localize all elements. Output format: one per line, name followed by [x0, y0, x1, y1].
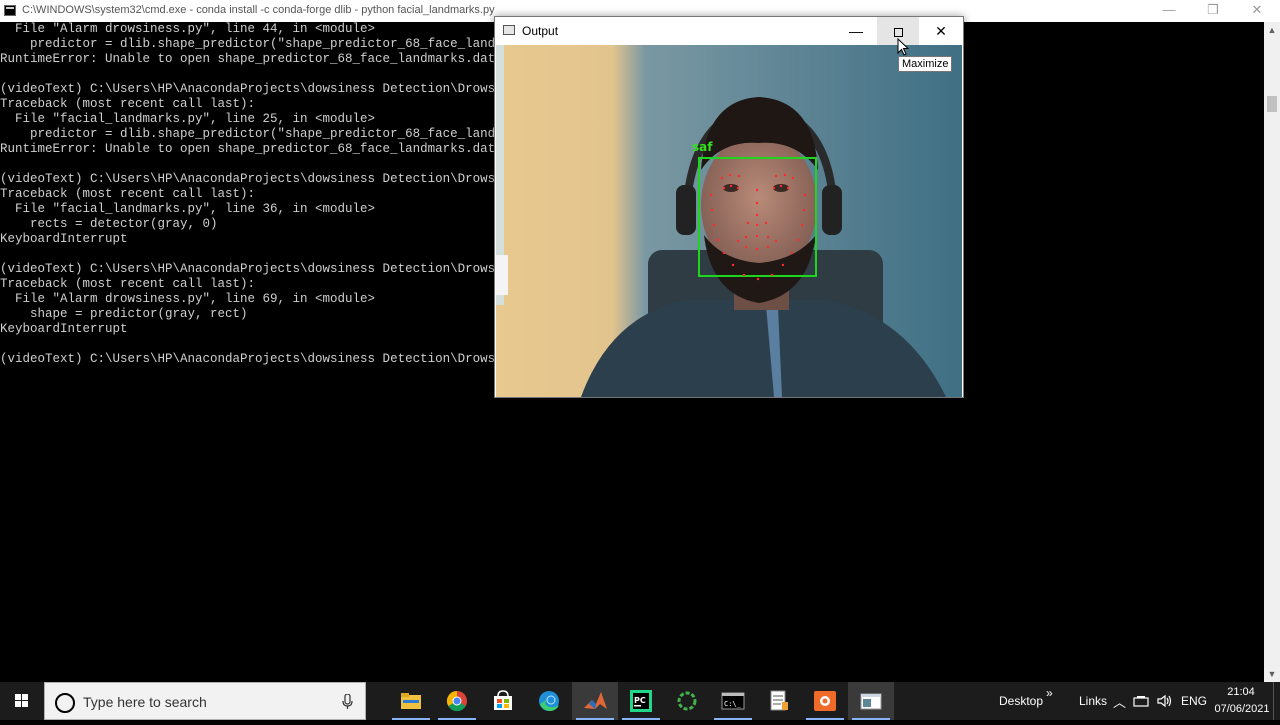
- console-line: RuntimeError: Unable to open shape_predi…: [0, 142, 496, 156]
- scroll-up-arrow-icon[interactable]: ▲: [1264, 22, 1280, 38]
- console-line: shape = predictor(gray, rect): [0, 307, 248, 321]
- cmd-restore-button[interactable]: ❐: [1191, 0, 1235, 22]
- desktop-toolbar-label[interactable]: Desktop: [999, 694, 1043, 708]
- console-line: Traceback (most recent call last):: [0, 97, 256, 111]
- console-line: predictor = dlib.shape_predictor("shape_…: [0, 127, 578, 141]
- output-window[interactable]: Output — ✕ saf: [494, 16, 964, 398]
- console-line: File "facial_landmarks.py", line 36, in …: [0, 202, 376, 216]
- windows-logo-icon: [15, 694, 28, 707]
- cmd-window-title: C:\WINDOWS\system32\cmd.exe - conda inst…: [22, 4, 495, 16]
- output-window-icon[interactable]: [848, 682, 894, 720]
- cmd-app-icon: [4, 5, 16, 16]
- store-icon[interactable]: [480, 682, 526, 720]
- taskbar: Type here to search PC C:\_ Desktop » Li…: [0, 682, 1280, 720]
- console-line: RuntimeError: Unable to open shape_predi…: [0, 52, 496, 66]
- cortana-search-icon: [55, 693, 75, 713]
- maximize-icon: [893, 27, 903, 37]
- search-placeholder: Type here to search: [83, 694, 207, 710]
- clock-time[interactable]: 21:04: [1218, 686, 1264, 698]
- console-line: File "Alarm drowsiness.py", line 44, in …: [0, 22, 376, 36]
- console-line: Traceback (most recent call last):: [0, 277, 256, 291]
- console-line: KeyboardInterrupt: [0, 322, 128, 336]
- taskbar-search-box[interactable]: Type here to search: [44, 682, 366, 720]
- chrome-icon[interactable]: [434, 682, 480, 720]
- show-desktop-button[interactable]: [1273, 682, 1280, 720]
- notepad-icon[interactable]: [756, 682, 802, 720]
- cmd-scrollbar[interactable]: ▲ ▼: [1264, 22, 1280, 682]
- svg-text:PC: PC: [634, 696, 646, 705]
- volume-icon[interactable]: [1156, 694, 1174, 708]
- output-titlebar[interactable]: Output — ✕: [495, 17, 963, 45]
- scroll-down-arrow-icon[interactable]: ▼: [1264, 666, 1280, 682]
- output-window-icon: [503, 25, 515, 35]
- face-label: saf: [692, 140, 713, 154]
- matlab-icon[interactable]: [572, 682, 618, 720]
- console-line: Traceback (most recent call last):: [0, 187, 256, 201]
- edge-icon[interactable]: [526, 682, 572, 720]
- console-line: File "facial_landmarks.py", line 25, in …: [0, 112, 376, 126]
- console-line: predictor = dlib.shape_predictor("shape_…: [0, 37, 578, 51]
- console-line: File "Alarm drowsiness.py", line 69, in …: [0, 292, 376, 306]
- webcam-image: saf: [496, 45, 962, 397]
- microphone-icon[interactable]: [342, 694, 353, 710]
- cmd-close-button[interactable]: ✕: [1235, 0, 1279, 22]
- maximize-tooltip: Maximize: [898, 56, 953, 72]
- mouse-cursor-icon: [897, 38, 909, 56]
- svg-text:C:\_: C:\_: [724, 700, 742, 708]
- show-hidden-icons-chevron-icon[interactable]: ︿: [1113, 692, 1126, 711]
- output-minimize-button[interactable]: —: [835, 17, 877, 45]
- clock-date[interactable]: 07/06/2021: [1212, 703, 1272, 715]
- pycharm-icon[interactable]: PC: [618, 682, 664, 720]
- scroll-thumb[interactable]: [1267, 96, 1277, 112]
- output-close-button[interactable]: ✕: [920, 17, 962, 45]
- screen-recorder-icon[interactable]: [802, 682, 848, 720]
- output-window-title: Output: [522, 24, 559, 38]
- console-line: rects = detector(gray, 0): [0, 217, 218, 231]
- network-icon[interactable]: [1133, 695, 1151, 707]
- webcam-frame: saf: [496, 45, 962, 397]
- anaconda-icon[interactable]: [664, 682, 710, 720]
- links-toolbar-label[interactable]: Links: [1079, 694, 1107, 708]
- cmd-icon[interactable]: C:\_: [710, 682, 756, 720]
- desktop-toolbar-chevron-icon[interactable]: »: [1046, 686, 1053, 700]
- input-language-indicator[interactable]: ENG: [1181, 694, 1207, 708]
- file-explorer-icon[interactable]: [388, 682, 434, 720]
- cmd-minimize-button[interactable]: —: [1147, 0, 1191, 22]
- console-line: KeyboardInterrupt: [0, 232, 128, 246]
- start-button[interactable]: [0, 682, 44, 720]
